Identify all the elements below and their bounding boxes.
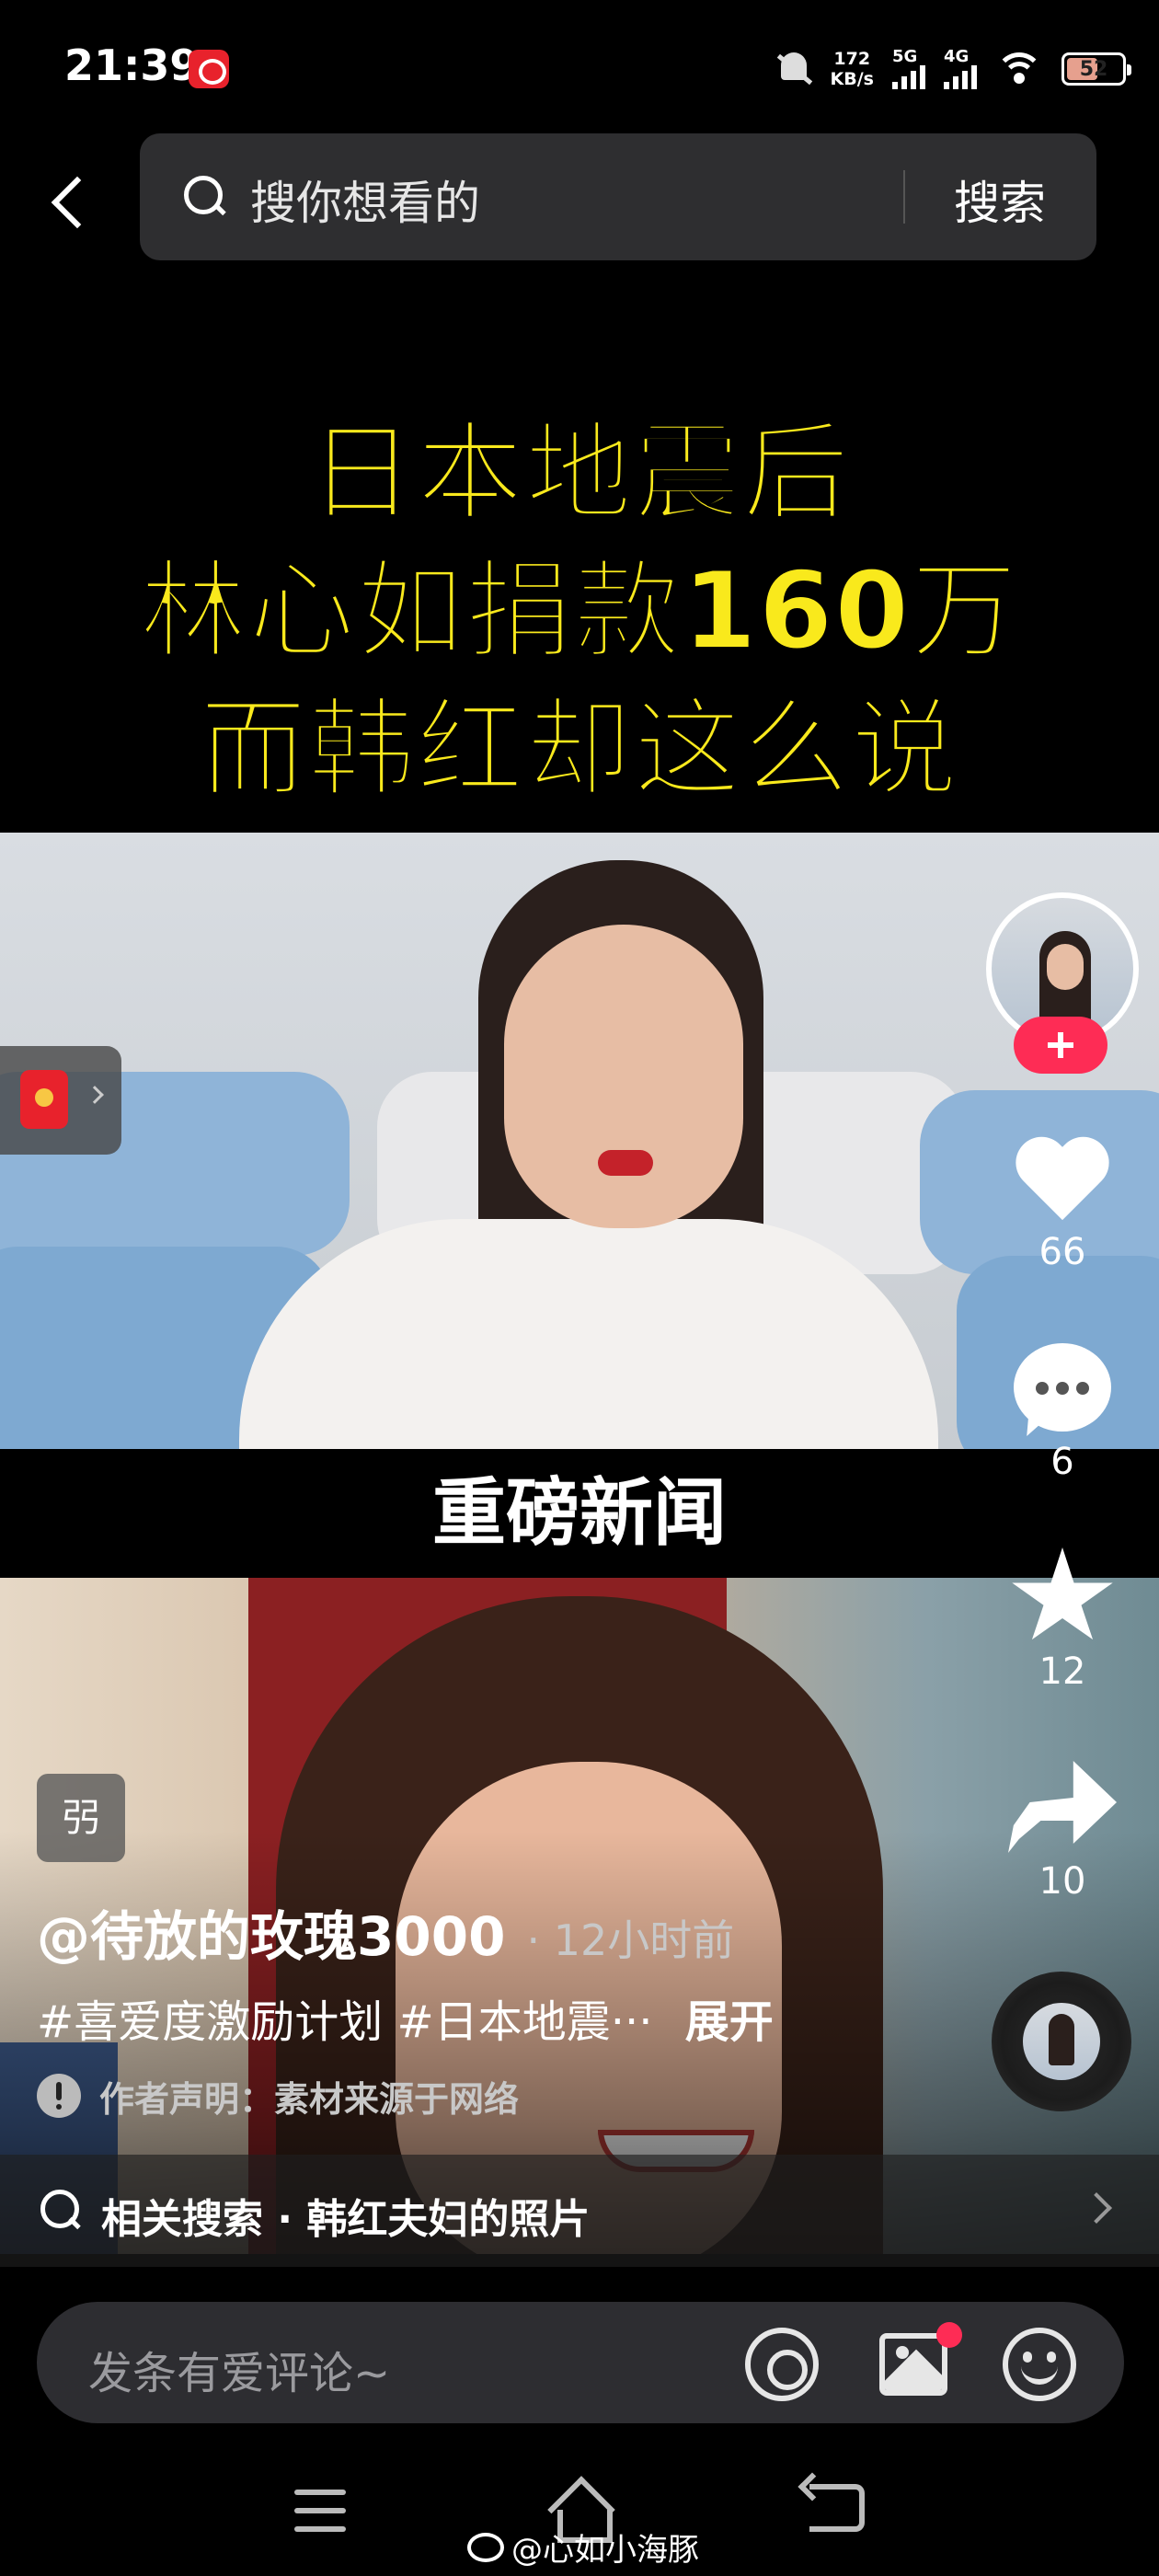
signal-5g-label: 5G bbox=[892, 47, 918, 66]
chevron-right-icon bbox=[1081, 2192, 1112, 2224]
video-frame-upper bbox=[0, 833, 1159, 1449]
emoji-icon[interactable] bbox=[1003, 2328, 1076, 2401]
wifi-icon bbox=[995, 49, 1043, 89]
red-packet-icon bbox=[20, 1070, 68, 1129]
back-button[interactable] bbox=[37, 156, 101, 239]
related-search-bar[interactable]: 相关搜索 · 韩红夫妇的照片 bbox=[0, 2155, 1159, 2267]
status-indicators: 172 KB/s 5G 4G 52 bbox=[775, 37, 1131, 101]
share-button[interactable]: 10 bbox=[995, 1752, 1130, 1903]
mute-bell-icon bbox=[775, 49, 812, 89]
headline-line-3: 而韩红却这么说 bbox=[199, 686, 959, 812]
network-speed: 172 KB/s bbox=[831, 49, 874, 89]
comment-input[interactable]: 发条有爱评论~ bbox=[88, 2337, 390, 2401]
signal-4g: 4G bbox=[944, 49, 977, 89]
heart-icon bbox=[1016, 1139, 1108, 1222]
share-arrow-icon bbox=[1008, 1761, 1117, 1853]
image-icon[interactable] bbox=[879, 2333, 947, 2396]
watermark: @心如小海豚 bbox=[467, 2524, 699, 2570]
headline-line-2: 林心如捐款160万 bbox=[139, 548, 1020, 674]
battery-level: 52 bbox=[1079, 57, 1108, 81]
favorite-button[interactable]: 12 bbox=[995, 1542, 1130, 1693]
network-speed-value: 172 bbox=[833, 49, 871, 69]
headline-line-1: 日本地震后 bbox=[307, 410, 851, 536]
comment-bar: 发条有爱评论~ bbox=[37, 2302, 1124, 2423]
red-packet-tab[interactable] bbox=[0, 1046, 121, 1155]
battery-icon: 52 bbox=[1061, 52, 1131, 86]
share-count: 10 bbox=[1039, 1860, 1086, 1903]
author-name[interactable]: @待放的玫瑰3000 bbox=[37, 1905, 505, 1968]
like-button[interactable]: 66 bbox=[995, 1122, 1130, 1273]
exclamation-icon bbox=[37, 2074, 81, 2118]
at-mention-icon[interactable] bbox=[745, 2328, 819, 2401]
related-search-text: 相关搜索 · 韩红夫妇的照片 bbox=[101, 2196, 591, 2243]
comment-bubble-icon bbox=[1014, 1343, 1111, 1432]
menu-icon[interactable] bbox=[294, 2490, 346, 2532]
video-headline: 日本地震后 林心如捐款160万 而韩红却这么说 bbox=[0, 405, 1159, 819]
signal-5g: 5G bbox=[892, 49, 925, 89]
search-box[interactable]: 搜你想看的 搜索 bbox=[140, 133, 1096, 260]
search-input[interactable]: 搜你想看的 bbox=[250, 167, 480, 233]
author-line: @待放的玫瑰3000 · 12小时前 bbox=[37, 1893, 734, 1971]
return-icon[interactable] bbox=[809, 2484, 865, 2532]
status-bar: 21:39 172 KB/s 5G 4G 52 bbox=[0, 0, 1159, 138]
comment-count: 6 bbox=[1050, 1441, 1074, 1483]
comment-button[interactable]: 6 bbox=[995, 1332, 1130, 1483]
signal-4g-label: 4G bbox=[944, 47, 970, 66]
tag-badge[interactable]: 弜 bbox=[37, 1774, 125, 1862]
notification-dot bbox=[936, 2322, 962, 2348]
search-button[interactable]: 搜索 bbox=[922, 167, 1078, 233]
notice-text: 作者声明：素材来源于网络 bbox=[99, 2078, 520, 2120]
star-icon bbox=[1012, 1547, 1113, 1640]
follow-button[interactable] bbox=[1014, 1017, 1107, 1074]
chevron-right-icon bbox=[86, 1086, 104, 1104]
post-time: · 12小时前 bbox=[526, 1915, 735, 1965]
video-caption: 重磅新闻 bbox=[432, 1470, 727, 1556]
search-divider bbox=[903, 170, 905, 224]
post-description: #喜爱度激励计划 #日本地震··· 展开 bbox=[37, 1985, 774, 2050]
favorite-count: 12 bbox=[1039, 1650, 1086, 1693]
signal-bars-icon bbox=[944, 65, 977, 89]
search-icon bbox=[182, 174, 228, 220]
author-notice: 作者声明：素材来源于网络 bbox=[37, 2068, 519, 2123]
expand-link[interactable]: 展开 bbox=[685, 1996, 774, 2048]
watermark-text: @心如小海豚 bbox=[511, 2532, 699, 2569]
weibo-icon bbox=[467, 2532, 504, 2562]
like-count: 66 bbox=[1039, 1231, 1086, 1273]
screen: 21:39 172 KB/s 5G 4G 52 搜你想看的 搜索 日本地震后 林… bbox=[0, 0, 1159, 2576]
description-text[interactable]: #喜爱度激励计划 #日本地震··· bbox=[37, 1996, 652, 2048]
signal-bars-icon bbox=[892, 65, 925, 89]
network-speed-unit: KB/s bbox=[830, 69, 874, 89]
music-disc[interactable] bbox=[992, 1972, 1131, 2111]
app-notification-icon bbox=[189, 50, 229, 88]
search-icon bbox=[39, 2188, 85, 2234]
status-time: 21:39 bbox=[64, 40, 200, 90]
